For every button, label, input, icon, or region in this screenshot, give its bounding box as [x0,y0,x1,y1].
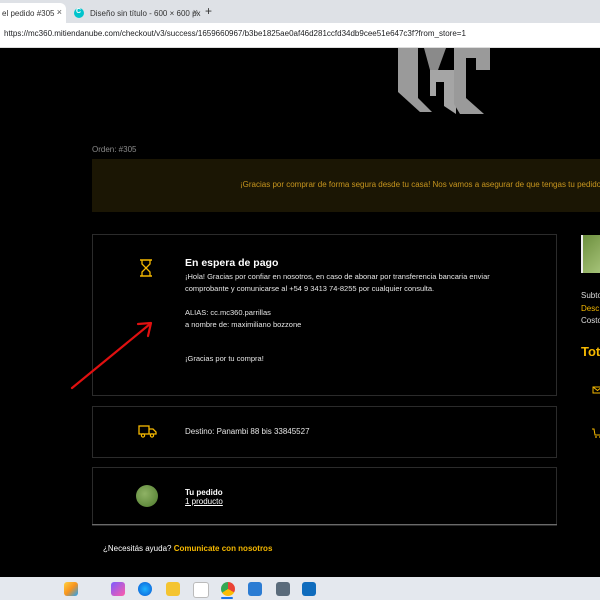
address-bar[interactable]: https://mc360.mitiendanube.com/checkout/… [0,23,600,48]
help-question: ¿Necesitás ayuda? [103,544,172,553]
summary-shipping-label: Costo [581,316,600,325]
copilot-icon[interactable] [111,582,125,596]
widgets-icon[interactable] [64,582,78,596]
store-logo [398,48,490,114]
annotation-arrow [70,321,153,390]
store-app-icon[interactable] [193,582,209,598]
shipping-card [92,406,557,458]
tab-canva[interactable]: Diseño sin título - 600 × 600 px × [70,3,202,23]
summary-product-image [581,235,600,273]
chrome-icon[interactable] [221,582,235,596]
thanks-text: ¡Gracias por tu compra! [185,354,264,363]
taskbar [0,577,600,600]
payment-line-2: comprobante y comunicarse al +54 9 3413 … [185,284,435,293]
summary-subtotal-label: Subto [581,291,600,300]
thanks-banner: ¡Gracias por comprar de forma segura des… [92,159,600,212]
banner-text: ¡Gracias por comprar de forma segura des… [240,180,600,189]
holder-text: a nombre de: maximiliano bozzone [185,320,302,329]
browser-tab-bar: el pedido #305 · × Diseño sin título - 6… [0,0,600,23]
envelope-icon [592,386,600,394]
products-link[interactable]: 1 producto [185,497,223,506]
tab-order-title: el pedido #305 · [2,8,60,18]
active-app-indicator [221,597,233,599]
new-tab-button[interactable]: + [205,4,212,18]
payment-line-1: ¡Hola! Gracias por confiar en nosotros, … [185,272,490,281]
payment-title: En espera de pago [185,257,279,269]
order-title: Tu pedido [185,488,223,497]
photos-icon[interactable] [302,582,316,596]
close-tab-icon[interactable]: × [193,7,198,17]
summary-discount-label: Desc [581,304,600,313]
alias-text: ALIAS: cc.mc360.parrillas [185,308,271,317]
word-icon[interactable] [248,582,262,596]
edge-icon[interactable] [138,582,152,596]
url-text: https://mc360.mitiendanube.com/checkout/… [4,29,466,38]
truck-icon [138,425,157,438]
contact-link[interactable]: Comunicate con nosotros [174,544,273,553]
divider [92,524,557,525]
hourglass-icon [140,259,152,277]
summary-total-label: Tot [581,344,600,359]
tab-order[interactable]: el pedido #305 · × [0,3,66,23]
cart-icon [592,428,600,438]
canva-favicon-icon [74,8,84,18]
shipping-destination: Destino: Panambi 88 bis 33845527 [185,427,310,436]
calculator-icon[interactable] [276,582,290,596]
product-thumbnail [136,485,158,507]
order-summary-card [92,467,557,526]
payment-status-card [92,234,557,396]
close-tab-icon[interactable]: × [57,7,62,17]
tab-canva-title: Diseño sin título - 600 × 600 px [90,8,201,18]
order-number: Orden: #305 [92,145,137,154]
file-explorer-icon[interactable] [166,582,180,596]
help-line: ¿Necesitás ayuda? Comunicate con nosotro… [103,544,272,553]
